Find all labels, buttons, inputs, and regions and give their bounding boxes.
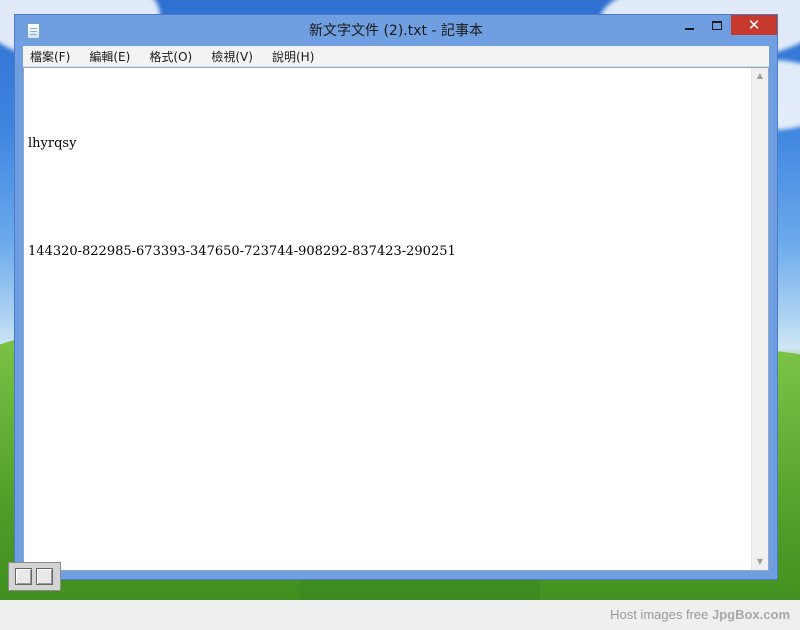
footer-credit[interactable]: Host images free JpgBox.com <box>610 600 790 630</box>
scroll-down-icon[interactable]: ▼ <box>752 554 768 570</box>
menu-item-view[interactable]: 檢視(V) <box>204 47 260 67</box>
desktop-background: 新文字文件 (2).txt - 記事本 ✕ 檔案(F) 編輯(E) 格式(O) … <box>0 0 800 600</box>
title-bar[interactable]: 新文字文件 (2).txt - 記事本 ✕ <box>15 15 777 47</box>
footer-bar: Host images free JpgBox.com <box>0 600 800 630</box>
minimize-icon <box>684 27 694 30</box>
minimize-button[interactable] <box>675 15 703 35</box>
scroll-up-icon[interactable]: ▲ <box>752 68 768 84</box>
menu-item-edit[interactable]: 編輯(E) <box>82 47 137 67</box>
menu-item-format[interactable]: 格式(O) <box>142 47 199 67</box>
editor-line: lhyrqsy <box>28 136 77 151</box>
tile-square-icon <box>15 568 32 585</box>
close-button[interactable]: ✕ <box>731 15 777 35</box>
footer-prefix: Host images free <box>610 607 709 622</box>
window-title: 新文字文件 (2).txt - 記事本 <box>309 23 483 39</box>
maximize-button[interactable] <box>703 15 731 35</box>
vertical-scrollbar[interactable]: ▲ ▼ <box>751 68 768 570</box>
menu-bar: 檔案(F) 編輯(E) 格式(O) 檢視(V) 說明(H) <box>23 46 769 67</box>
tile-square-icon <box>36 568 53 585</box>
editor-line: 144320-822985-673393-347650-723744-90829… <box>28 244 456 259</box>
text-editor[interactable]: lhyrqsy 144320-822985-673393-347650-7237… <box>23 67 769 571</box>
footer-brand: JpgBox.com <box>711 607 790 622</box>
maximize-icon <box>712 21 722 30</box>
editor-content[interactable]: lhyrqsy 144320-822985-673393-347650-7237… <box>28 102 456 294</box>
menu-item-file[interactable]: 檔案(F) <box>23 47 77 67</box>
menu-item-help[interactable]: 說明(H) <box>265 47 321 67</box>
taskbar-tile[interactable] <box>8 562 61 591</box>
notepad-window: 新文字文件 (2).txt - 記事本 ✕ 檔案(F) 編輯(E) 格式(O) … <box>14 14 778 580</box>
